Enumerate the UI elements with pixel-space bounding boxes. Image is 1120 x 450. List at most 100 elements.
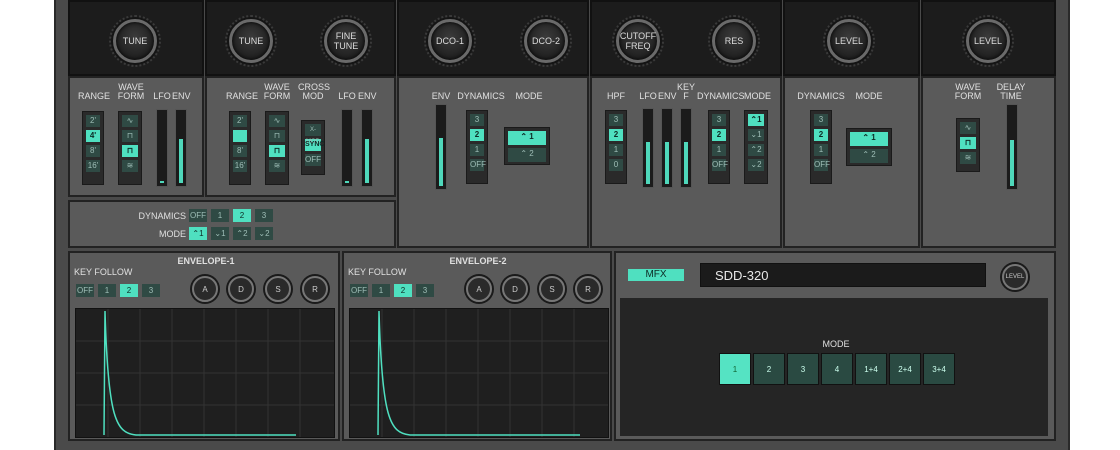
osc2-env-slider[interactable] <box>361 109 373 187</box>
lfo-wave-square-icon[interactable]: ⊓ <box>960 137 976 149</box>
osc1-wave-noise-icon[interactable]: ≋ <box>122 160 138 172</box>
env1-decay-knob[interactable]: D <box>228 276 254 302</box>
amp-dyn-off[interactable]: OFF <box>814 159 830 171</box>
filter-mode-1-down-icon[interactable]: ⌄1 <box>748 129 764 141</box>
filter-lfo-slider[interactable] <box>642 108 654 188</box>
amp-mode-2-icon[interactable]: ⌃ 2 <box>850 149 888 163</box>
osc1-range-4[interactable]: 4' <box>86 130 100 142</box>
env1-kf-2[interactable]: 2 <box>120 284 138 297</box>
osc1-range-16[interactable]: 16' <box>86 160 100 172</box>
env2-kf-1[interactable]: 1 <box>372 284 390 297</box>
amp-dyn-2[interactable]: 2 <box>814 129 828 141</box>
osc1-wave-pulse-icon[interactable]: ⊓ <box>122 130 138 142</box>
filter-dyn-2[interactable]: 2 <box>712 129 726 141</box>
env2-kf-off[interactable]: OFF <box>350 284 368 297</box>
filter-dyn-off[interactable]: OFF <box>712 159 728 171</box>
amp-level-knob[interactable]: LEVEL <box>823 15 875 67</box>
mode-1-up-icon[interactable]: ⌃1 <box>189 227 207 240</box>
mode-2-up-icon[interactable]: ⌃2 <box>233 227 251 240</box>
osc2-wave-noise-icon[interactable]: ≋ <box>269 160 285 172</box>
filter-dyn-3[interactable]: 3 <box>712 114 726 126</box>
mfx-mode-3plus4[interactable]: 3+4 <box>923 353 955 385</box>
lfo-level-knob[interactable]: LEVEL <box>962 15 1014 67</box>
lfo-wave-random-icon[interactable]: ≋ <box>960 152 976 164</box>
env1-kf-off[interactable]: OFF <box>76 284 94 297</box>
osc2-wave-saw-icon[interactable]: ∿ <box>269 115 285 127</box>
cutoff-knob[interactable]: CUTOFF FREQ <box>612 15 664 67</box>
osc1-range-2[interactable]: 2' <box>86 115 100 127</box>
mode-1-down-icon[interactable]: ⌄1 <box>211 227 229 240</box>
mfx-mode-4[interactable]: 4 <box>821 353 853 385</box>
dco2-knob[interactable]: DCO-2 <box>520 15 572 67</box>
mfx-level-knob[interactable]: LEVEL <box>1002 264 1028 290</box>
env2-release-knob[interactable]: R <box>575 276 601 302</box>
dco1-knob[interactable]: DCO-1 <box>424 15 476 67</box>
filter-mode-1-up-icon[interactable]: ⌃1 <box>748 114 764 126</box>
amp-dyn-1[interactable]: 1 <box>814 144 828 156</box>
mixer-env-slider[interactable] <box>435 104 447 190</box>
dyn-off-button[interactable]: OFF <box>189 209 207 222</box>
lfo-delay-slider[interactable] <box>1006 104 1018 190</box>
osc2-range-label: RANGE <box>226 91 259 101</box>
env1-kf-3[interactable]: 3 <box>142 284 160 297</box>
mfx-button[interactable]: MFX <box>628 269 684 281</box>
mfx-mode-2[interactable]: 2 <box>753 353 785 385</box>
osc2-range-2[interactable]: 2' <box>233 115 247 127</box>
osc1-lfo-slider[interactable] <box>156 109 168 187</box>
filter-keyf-slider[interactable] <box>680 108 692 188</box>
env2-decay-knob[interactable]: D <box>502 276 528 302</box>
hpf-3[interactable]: 3 <box>609 114 623 126</box>
osc1-wave-square-icon[interactable]: ⊓ <box>122 145 138 157</box>
mixer-dyn-1[interactable]: 1 <box>470 144 484 156</box>
amp-mode-1-icon[interactable]: ⌃ 1 <box>850 132 888 146</box>
osc2-lfo-slider[interactable] <box>341 109 353 187</box>
hpf-2[interactable]: 2 <box>609 129 623 141</box>
mixer-mode-2-icon[interactable]: ⌃ 2 <box>508 148 546 162</box>
env1-release-knob[interactable]: R <box>302 276 328 302</box>
env1-attack-knob[interactable]: A <box>192 276 218 302</box>
env2-kf-2[interactable]: 2 <box>394 284 412 297</box>
mfx-mode-1[interactable]: 1 <box>719 353 751 385</box>
osc2-cross-sync[interactable]: SYNC <box>305 139 324 151</box>
filter-mode-2-up-icon[interactable]: ⌃2 <box>748 144 764 156</box>
osc2-wave-selector: ∿ ⊓ ⊓ ≋ <box>265 111 289 185</box>
osc2-range-4[interactable] <box>233 130 247 142</box>
osc2-wave-pulse-icon[interactable]: ⊓ <box>269 130 285 142</box>
osc1-wave-saw-icon[interactable]: ∿ <box>122 115 138 127</box>
osc1-tune-knob[interactable]: TUNE <box>109 15 161 67</box>
lfo-wave-sine-icon[interactable]: ∿ <box>960 122 976 134</box>
env2-sustain-knob[interactable]: S <box>539 276 565 302</box>
filter-dyn-1[interactable]: 1 <box>712 144 726 156</box>
mixer-dyn-off[interactable]: OFF <box>470 159 486 171</box>
osc2-wave-square-icon[interactable]: ⊓ <box>269 145 285 157</box>
filter-env-slider[interactable] <box>661 108 673 188</box>
dyn-1-button[interactable]: 1 <box>211 209 229 222</box>
dyn-3-button[interactable]: 3 <box>255 209 273 222</box>
dyn-2-button[interactable]: 2 <box>233 209 251 222</box>
mode-2-down-icon[interactable]: ⌄2 <box>255 227 273 240</box>
mfx-name-display[interactable]: SDD-320 <box>700 263 986 287</box>
osc2-cross-xmod[interactable]: X-MOD <box>305 124 321 145</box>
osc2-tune-knob[interactable]: TUNE <box>225 15 277 67</box>
env2-kf-3[interactable]: 3 <box>416 284 434 297</box>
hpf-1[interactable]: 1 <box>609 144 623 156</box>
osc2-range-16[interactable]: 16' <box>233 160 247 172</box>
env1-kf-1[interactable]: 1 <box>98 284 116 297</box>
env1-sustain-knob[interactable]: S <box>265 276 291 302</box>
mixer-dyn-2[interactable]: 2 <box>470 129 484 141</box>
res-knob[interactable]: RES <box>708 15 760 67</box>
mfx-mode-3[interactable]: 3 <box>787 353 819 385</box>
mfx-mode-1plus4[interactable]: 1+4 <box>855 353 887 385</box>
osc2-cross-off[interactable]: OFF <box>305 154 321 166</box>
mixer-mode-1-icon[interactable]: ⌃ 1 <box>508 131 546 145</box>
mixer-dyn-3[interactable]: 3 <box>470 114 484 126</box>
osc2-finetune-knob[interactable]: FINE TUNE <box>320 15 372 67</box>
osc1-env-slider[interactable] <box>175 109 187 187</box>
filter-mode-2-down-icon[interactable]: ⌄2 <box>748 159 764 171</box>
env2-attack-knob[interactable]: A <box>466 276 492 302</box>
mfx-mode-2plus4[interactable]: 2+4 <box>889 353 921 385</box>
hpf-0[interactable]: 0 <box>609 159 623 171</box>
amp-dyn-3[interactable]: 3 <box>814 114 828 126</box>
osc1-range-8[interactable]: 8' <box>86 145 100 157</box>
osc2-range-8[interactable]: 8' <box>233 145 247 157</box>
